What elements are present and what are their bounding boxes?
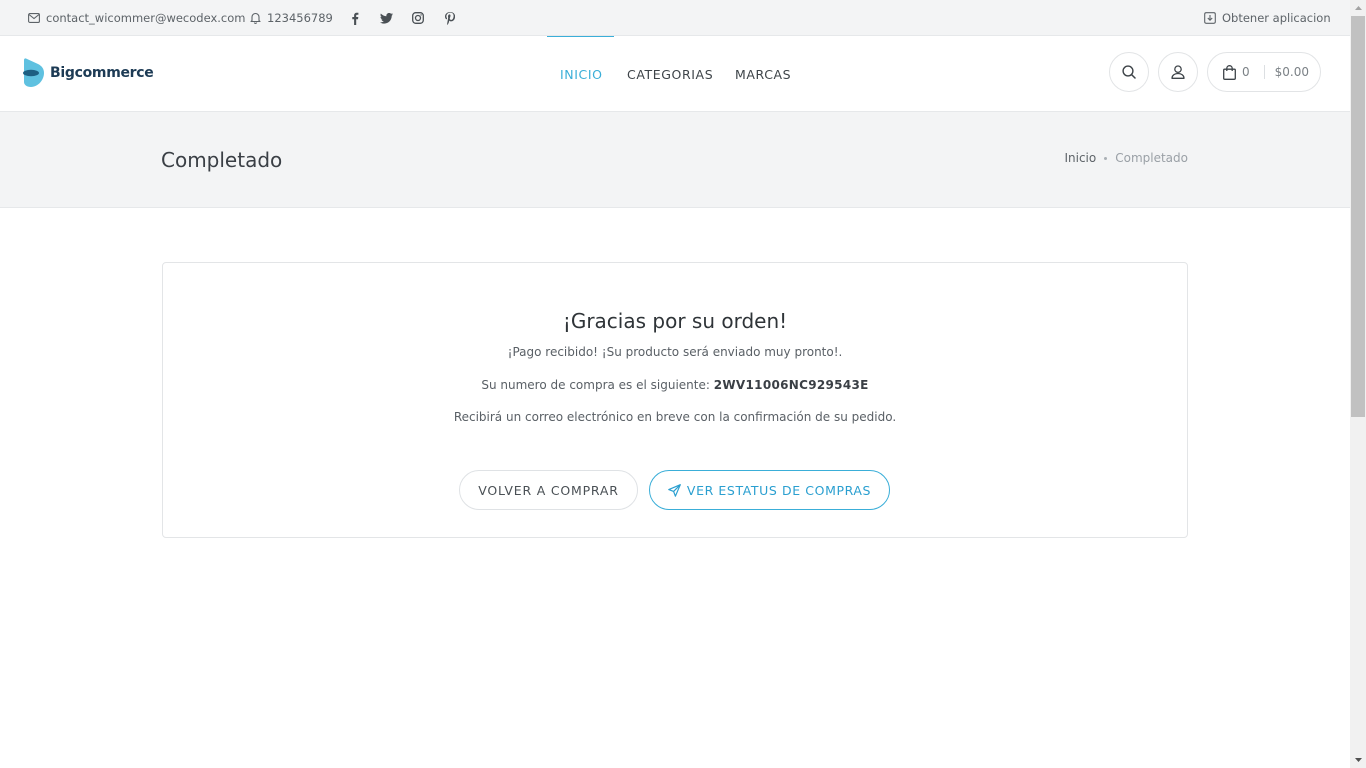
shopping-bag-icon <box>1223 64 1236 80</box>
bell-icon <box>250 12 261 24</box>
breadcrumb: Inicio Completado <box>1064 151 1188 165</box>
order-status-label: VER ESTATUS DE COMPRAS <box>686 482 872 498</box>
get-app-text: Obtener aplicacion <box>1222 11 1331 25</box>
page-title: Completado <box>161 148 283 172</box>
user-icon <box>1171 65 1185 79</box>
nav-item-marcas[interactable]: MARCAS <box>735 36 791 112</box>
scroll-down-arrow-icon[interactable] <box>1350 752 1366 768</box>
bigcommerce-logo-icon <box>23 58 44 87</box>
main-header: Bigcommerce INICIO CATEGORIAS MARCAS 0 $… <box>0 36 1350 112</box>
send-icon <box>668 483 681 497</box>
contact-phone[interactable]: 123456789 <box>250 0 333 36</box>
breadcrumb-current: Completado <box>1115 151 1188 165</box>
cart-total: $0.00 <box>1274 65 1309 79</box>
brand-logo[interactable]: Bigcommerce <box>22 58 154 88</box>
account-button[interactable] <box>1158 52 1198 92</box>
cart-divider <box>1263 65 1265 79</box>
contact-email-text: contact_wicommer@wecodex.com <box>46 11 246 25</box>
search-icon <box>1122 65 1136 79</box>
payment-received-text: ¡Pago recibido! ¡Su producto será enviad… <box>507 345 843 359</box>
contact-email[interactable]: contact_wicommer@wecodex.com <box>28 0 246 36</box>
cart-count: 0 <box>1242 65 1250 79</box>
order-number-code: 2WV11006NC929543E <box>713 378 869 392</box>
nav-item-categorias[interactable]: CATEGORIAS <box>627 36 713 112</box>
logo-text: Bigcommerce <box>50 65 154 81</box>
get-app-link[interactable]: Obtener aplicacion <box>1204 0 1331 36</box>
order-status-button[interactable]: VER ESTATUS DE COMPRAS <box>649 470 890 510</box>
twitter-icon[interactable] <box>379 10 393 26</box>
facebook-icon[interactable] <box>348 10 362 26</box>
breadcrumb-separator <box>1104 156 1108 160</box>
breadcrumb-home[interactable]: Inicio <box>1064 151 1096 165</box>
instagram-icon[interactable] <box>411 10 425 26</box>
download-icon <box>1204 12 1216 24</box>
search-button[interactable] <box>1109 52 1149 92</box>
nav-item-inicio[interactable]: INICIO <box>560 36 603 112</box>
order-number-line: Su numero de compra es el siguiente: 2WV… <box>163 378 1187 392</box>
order-number-label: Su numero de compra es el siguiente: <box>481 378 710 392</box>
cart-button[interactable]: 0 $0.00 <box>1207 52 1321 92</box>
order-confirmation-card: ¡Gracias por su orden! ¡Pago recibido! ¡… <box>162 262 1188 538</box>
scroll-up-arrow-icon[interactable] <box>1350 0 1366 16</box>
scrollbar-thumb[interactable] <box>1351 16 1365 417</box>
back-to-shop-button[interactable]: VOLVER A COMPRAR <box>459 470 638 510</box>
pinterest-icon[interactable] <box>443 10 457 26</box>
top-bar: contact_wicommer@wecodex.com 123456789 O… <box>0 0 1350 36</box>
thank-you-heading: ¡Gracias por su orden! <box>562 309 788 333</box>
mail-icon <box>28 13 40 23</box>
page-title-band: Completado Inicio Completado <box>0 112 1350 208</box>
email-notice-text: Recibirá un correo electrónico en breve … <box>453 410 897 424</box>
contact-phone-text: 123456789 <box>267 11 333 25</box>
